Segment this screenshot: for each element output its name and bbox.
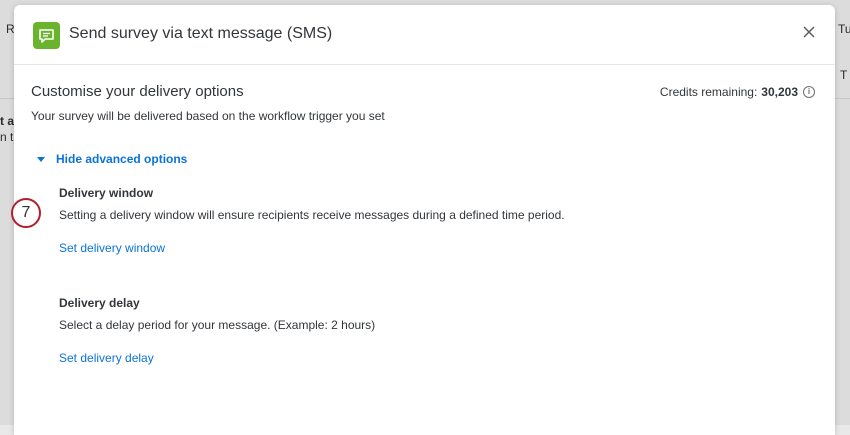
credits-remaining: Credits remaining: 30,203 i (660, 85, 815, 99)
dialog-body: Customise your delivery options Credits … (31, 83, 818, 367)
delivery-window-title: Delivery window (59, 186, 154, 200)
delivery-delay-title: Delivery delay (59, 296, 140, 310)
background-text-fragment: T (840, 68, 848, 82)
credits-label: Credits remaining: (659, 85, 758, 99)
hide-advanced-options-toggle[interactable]: Hide advanced options (37, 152, 818, 166)
info-icon[interactable]: i (803, 86, 815, 98)
delivery-window-description: Setting a delivery window will ensure re… (59, 208, 565, 222)
delivery-delay-description: Select a delay period for your message. … (59, 318, 376, 332)
background-text-fragment: Tu (838, 22, 850, 36)
credits-value: 30,203 (761, 85, 798, 99)
delivery-window-section: Delivery window Setting a delivery windo… (59, 186, 818, 257)
set-delivery-delay-link[interactable]: Set delivery delay (59, 351, 154, 365)
speech-bubble-icon (33, 22, 60, 49)
delivery-subtitle: Your survey will be delivered based on t… (31, 109, 385, 123)
dialog-header: Send survey via text message (SMS) (14, 5, 835, 65)
delivery-delay-section: Delivery delay Select a delay period for… (59, 296, 818, 367)
toggle-label: Hide advanced options (56, 152, 188, 166)
caret-down-icon (37, 156, 45, 162)
sms-survey-dialog: Send survey via text message (SMS) Custo… (14, 5, 835, 435)
dialog-title: Send survey via text message (SMS) (69, 25, 333, 42)
set-delivery-window-link[interactable]: Set delivery window (59, 241, 165, 255)
close-icon[interactable] (800, 23, 818, 41)
background-text-fragment: n t (0, 130, 14, 144)
step-number-badge: 7 (11, 198, 41, 228)
advanced-options: Delivery window Setting a delivery windo… (59, 186, 818, 367)
background-text-fragment: t a (0, 114, 15, 128)
